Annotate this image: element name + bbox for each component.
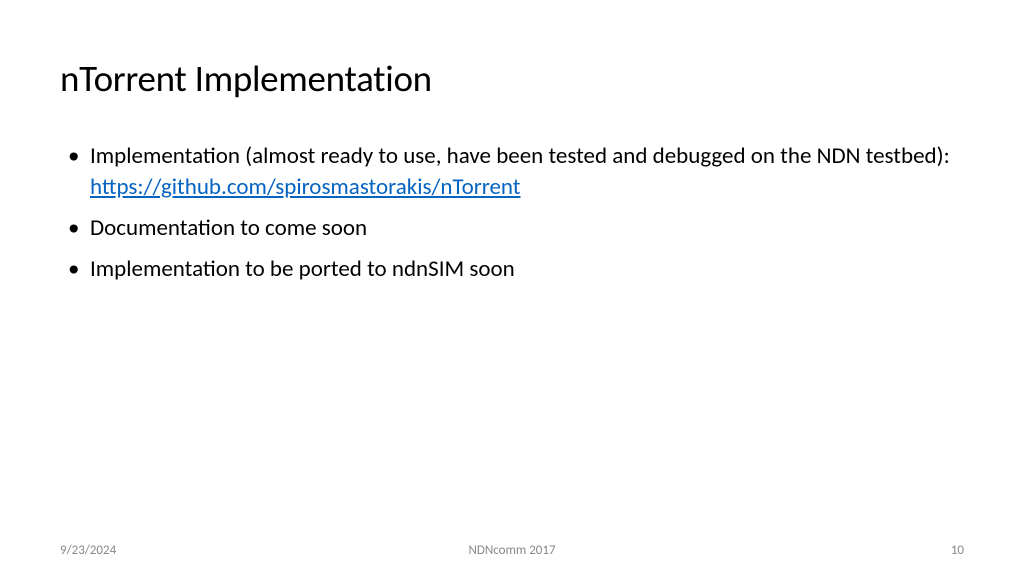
footer-center: NDNcomm 2017 <box>468 543 555 558</box>
slide-title: nTorrent Implementation <box>60 56 964 101</box>
list-item: Implementation (almost ready to use, hav… <box>68 141 964 203</box>
github-link[interactable]: https://github.com/spirosmastorakis/nTor… <box>90 172 964 203</box>
footer-date: 9/23/2024 <box>60 543 116 558</box>
bullet-text: Implementation (almost ready to use, hav… <box>90 142 950 170</box>
bullet-list: Implementation (almost ready to use, hav… <box>68 141 964 285</box>
list-item: Implementation to be ported to ndnSIM so… <box>68 254 964 285</box>
slide: nTorrent Implementation Implementation (… <box>0 0 1024 576</box>
slide-content: Implementation (almost ready to use, hav… <box>60 141 964 285</box>
bullet-text: Implementation to be ported to ndnSIM so… <box>90 255 515 283</box>
list-item: Documentation to come soon <box>68 213 964 244</box>
bullet-text: Documentation to come soon <box>90 214 367 242</box>
footer-page-number: 10 <box>951 543 964 558</box>
slide-footer: 9/23/2024 NDNcomm 2017 10 <box>0 543 1024 558</box>
